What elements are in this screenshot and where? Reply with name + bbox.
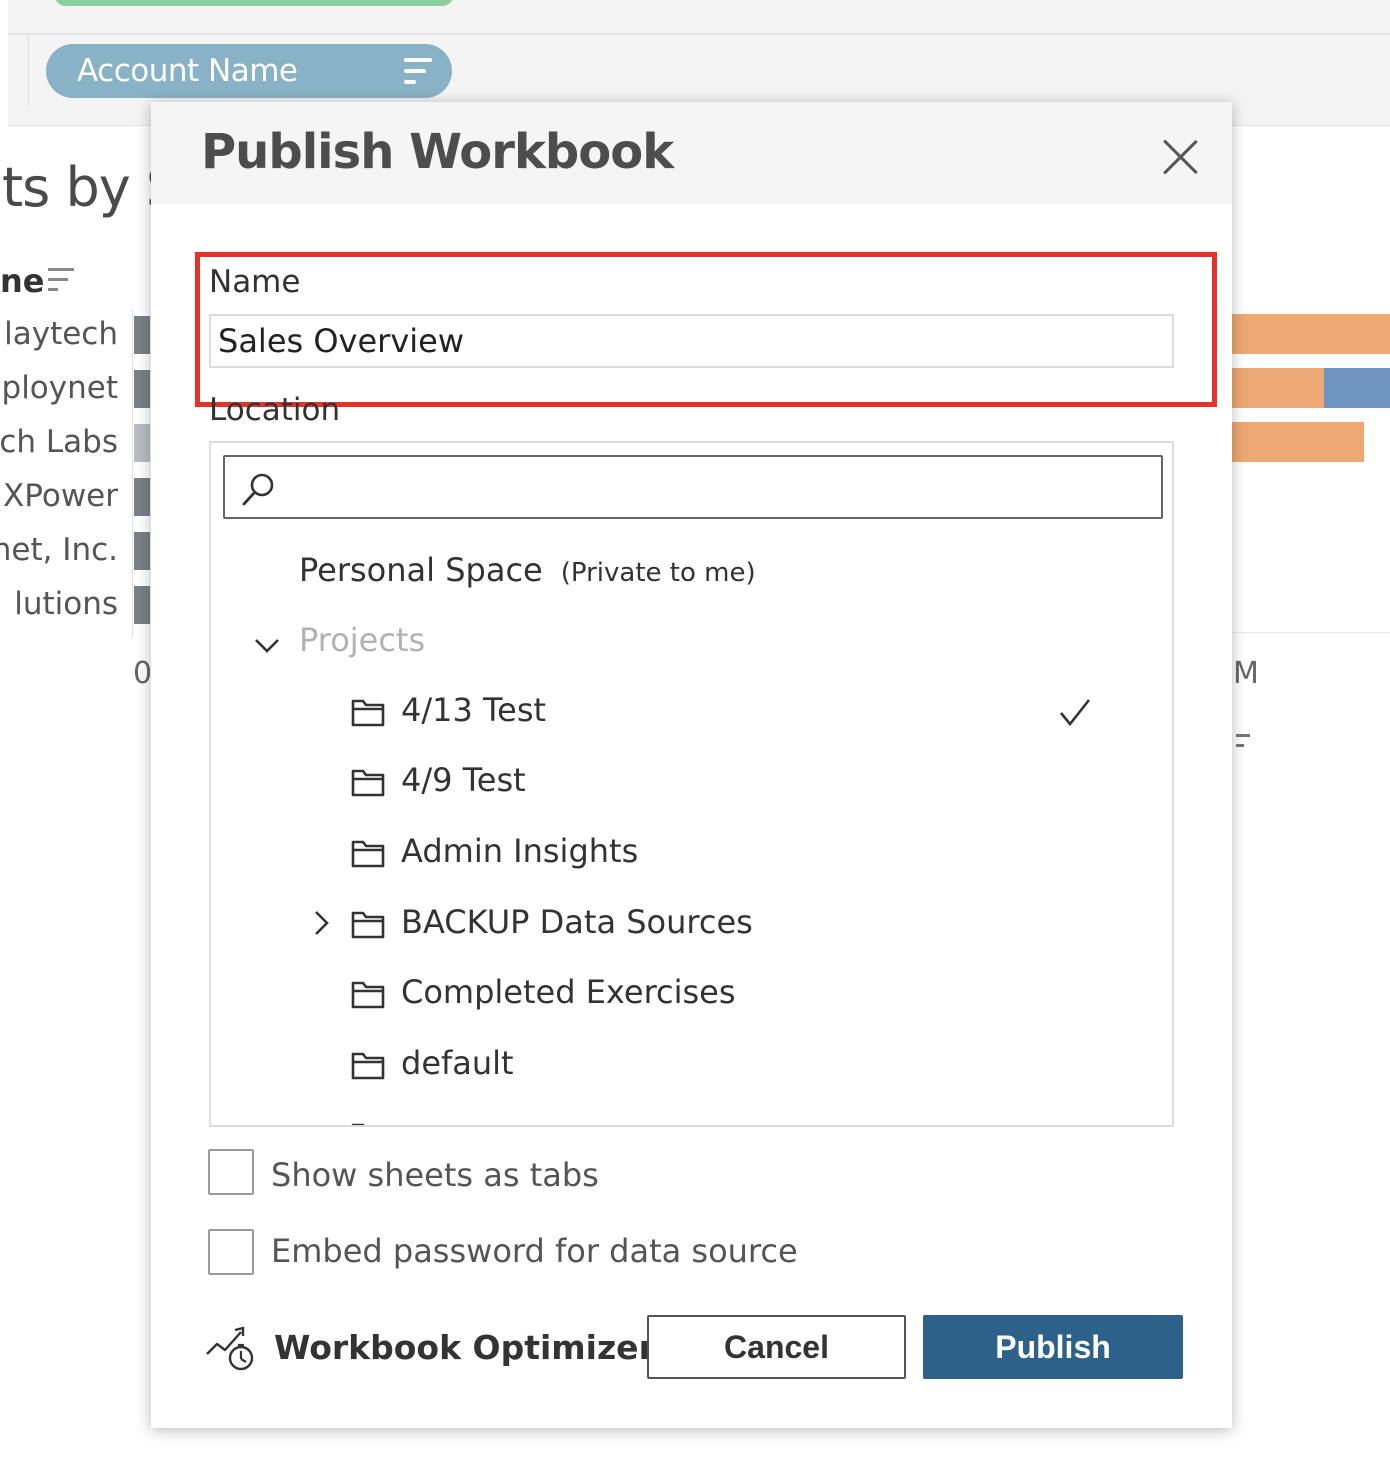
axis-end-label: M [1233, 656, 1259, 691]
folder-icon [351, 1052, 385, 1080]
column-sort-icon[interactable] [48, 268, 76, 294]
personal-space-item[interactable]: Personal Space (Private to me) [299, 551, 756, 589]
row-bar [134, 424, 150, 462]
chevron-down-icon[interactable] [253, 631, 281, 659]
name-label: Name [209, 264, 301, 300]
name-input[interactable] [209, 314, 1174, 368]
row-bar [134, 586, 150, 624]
row-label: laytech [4, 316, 118, 352]
row-label: XPower [3, 478, 118, 514]
row-label: ploynet [1, 370, 118, 406]
row-bar [134, 370, 150, 408]
embed-password-label: Embed password for data source [271, 1232, 798, 1270]
location-label: Location [209, 392, 341, 424]
account-name-pill-label: Account Name [77, 53, 298, 89]
project-label: Completed Exercises [401, 973, 736, 1011]
chart-bar [1324, 368, 1390, 408]
axis-line [132, 308, 133, 638]
column-header: ne [0, 262, 45, 300]
row-label: net, Inc. [0, 532, 118, 568]
cancel-button[interactable]: Cancel [647, 1315, 906, 1379]
show-sheets-checkbox[interactable] [208, 1149, 254, 1195]
workbook-optimizer-icon[interactable] [205, 1320, 259, 1376]
location-tree[interactable]: Personal Space (Private to me) Projects 4… [209, 441, 1174, 1127]
project-label: BACKUP Data Sources [401, 903, 753, 941]
shelf-divider [28, 34, 29, 106]
row-bar [134, 316, 150, 354]
project-label: 4/9 Test [401, 761, 526, 799]
personal-space-note: (Private to me) [560, 558, 756, 588]
publish-workbook-dialog: Publish Workbook Name Location Personal … [151, 102, 1232, 1428]
dialog-header: Publish Workbook [151, 102, 1232, 204]
embed-password-checkbox[interactable] [208, 1229, 254, 1275]
project-label: 4/13 Test [401, 691, 547, 729]
folder-icon [351, 769, 385, 797]
close-icon[interactable] [1159, 136, 1201, 178]
folder-icon [351, 981, 385, 1009]
gridline [1232, 632, 1390, 633]
chart-bar [1232, 368, 1324, 408]
row-bar [134, 532, 150, 570]
location-search[interactable] [223, 455, 1163, 519]
chart-bar [1232, 314, 1390, 354]
project-label: default [401, 1044, 514, 1082]
dialog-title: Publish Workbook [201, 124, 674, 180]
shelf-bar-top [8, 0, 1390, 34]
search-icon [242, 473, 274, 506]
row-label: lutions [14, 586, 118, 622]
folder-icon [351, 1123, 365, 1125]
row-bar [134, 478, 150, 516]
projects-label: Projects [299, 621, 426, 659]
shelf-pill-green[interactable] [54, 0, 454, 6]
search-input[interactable] [285, 463, 1145, 511]
sort-icon[interactable] [404, 58, 434, 84]
folder-icon [351, 840, 385, 868]
account-name-pill[interactable]: Account Name [46, 44, 452, 98]
checkmark-icon [1059, 699, 1091, 727]
row-label: ch Labs [0, 424, 118, 460]
folder-icon [351, 911, 385, 939]
show-sheets-label: Show sheets as tabs [271, 1156, 599, 1194]
chart-bar [1232, 422, 1364, 462]
axis-start-label: 0 [133, 656, 153, 691]
left-edge [0, 0, 8, 1484]
chevron-right-icon[interactable] [307, 909, 335, 937]
sort-icon[interactable] [1236, 734, 1250, 748]
publish-button[interactable]: Publish [923, 1315, 1183, 1379]
personal-space-label: Personal Space [299, 551, 543, 589]
folder-icon [351, 699, 385, 727]
workbook-optimizer-link[interactable]: Workbook Optimizer [274, 1328, 655, 1367]
project-label: Admin Insights [401, 832, 639, 870]
